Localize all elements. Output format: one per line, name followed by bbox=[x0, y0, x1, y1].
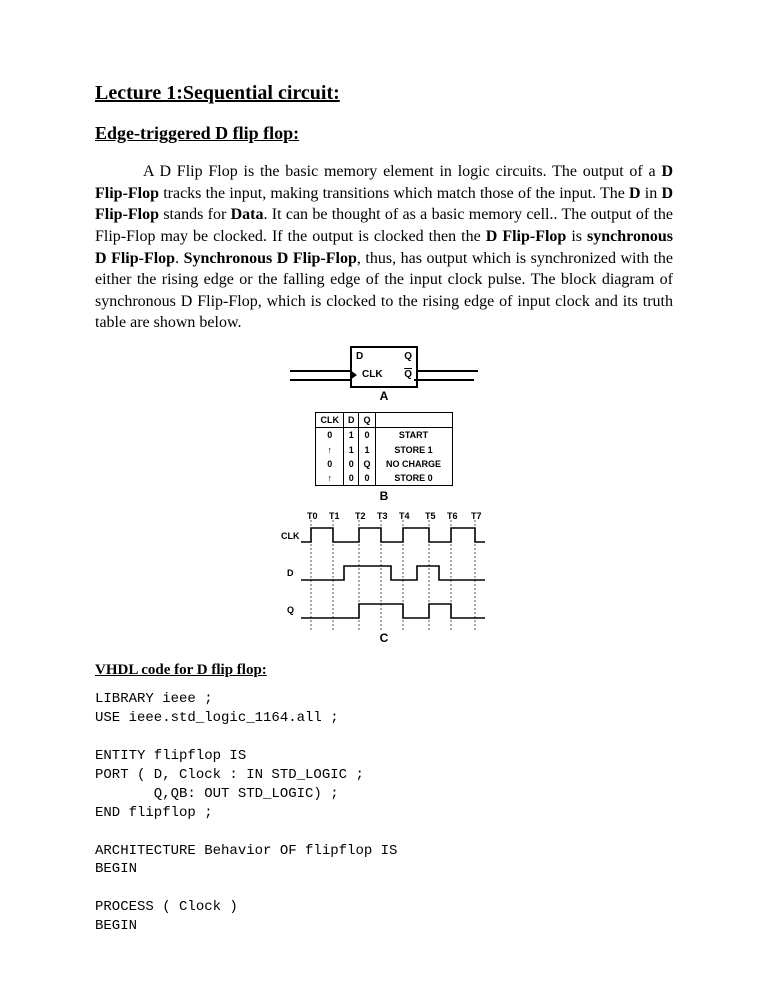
cell: START bbox=[375, 428, 452, 443]
text: . bbox=[175, 250, 184, 267]
term: D bbox=[629, 185, 641, 202]
lecture-title: Lecture 1:Sequential circuit: bbox=[95, 80, 673, 107]
text: in bbox=[641, 185, 662, 202]
flipflop-box: D Q CLK Q bbox=[350, 346, 418, 388]
figure-b-label: B bbox=[315, 488, 452, 504]
figure-b: CLK D Q 0 1 0 START ↑ 1 1 STORE 1 0 0 Q bbox=[315, 412, 452, 504]
code-line: LIBRARY ieee ; bbox=[95, 691, 213, 707]
cell: STORE 0 bbox=[375, 471, 452, 486]
cell: 1 bbox=[343, 443, 359, 457]
code-line: USE ieee.std_logic_1164.all ; bbox=[95, 710, 339, 726]
timing-svg bbox=[279, 520, 489, 640]
code-line: BEGIN bbox=[95, 861, 137, 877]
code-line: BEGIN bbox=[95, 918, 137, 934]
figures: D Q CLK Q A CLK D Q 0 1 bbox=[95, 346, 673, 642]
text: stands for bbox=[159, 206, 231, 223]
figure-c-label: C bbox=[279, 630, 489, 646]
text: is bbox=[566, 228, 587, 245]
cell: STORE 1 bbox=[375, 443, 452, 457]
th-desc bbox=[375, 413, 452, 428]
table-row: 0 0 Q NO CHARGE bbox=[316, 457, 452, 471]
cell: 0 bbox=[343, 471, 359, 486]
th-clk: CLK bbox=[316, 413, 344, 428]
cell: 0 bbox=[316, 457, 344, 471]
figure-a-label: A bbox=[290, 388, 478, 404]
code-line: END flipflop ; bbox=[95, 805, 213, 821]
section-title: Edge-triggered D flip flop: bbox=[95, 121, 673, 145]
text: The output of a bbox=[552, 163, 661, 180]
cell: Q bbox=[359, 457, 375, 471]
pin-qbar: Q bbox=[404, 368, 412, 382]
cell: 0 bbox=[359, 428, 375, 443]
pin-q: Q bbox=[404, 350, 412, 364]
term: Data bbox=[231, 206, 264, 223]
table-row: ↑ 1 1 STORE 1 bbox=[316, 443, 452, 457]
cell: NO CHARGE bbox=[375, 457, 452, 471]
code-line: Q,QB: OUT STD_LOGIC) ; bbox=[95, 786, 339, 802]
cell: 1 bbox=[359, 443, 375, 457]
body-paragraph: A D Flip Flop is the basic memory elemen… bbox=[95, 161, 673, 334]
code-block: LIBRARY ieee ; USE ieee.std_logic_1164.a… bbox=[95, 690, 673, 936]
table-row: ↑ 0 0 STORE 0 bbox=[316, 471, 452, 486]
code-line: PROCESS ( Clock ) bbox=[95, 899, 238, 915]
code-line: ENTITY flipflop IS bbox=[95, 748, 246, 764]
cell: 0 bbox=[316, 428, 344, 443]
cell: 0 bbox=[343, 457, 359, 471]
cell: 0 bbox=[359, 471, 375, 486]
cell: 1 bbox=[343, 428, 359, 443]
clock-edge-icon bbox=[350, 370, 357, 380]
pin-d: D bbox=[356, 350, 363, 364]
term: D Flip-Flop bbox=[486, 228, 567, 245]
truth-table: CLK D Q 0 1 0 START ↑ 1 1 STORE 1 0 0 Q bbox=[315, 412, 452, 486]
text: A D Flip Flop is the basic memory elemen… bbox=[143, 163, 552, 180]
table-row: 0 1 0 START bbox=[316, 428, 452, 443]
th-d: D bbox=[343, 413, 359, 428]
cell: ↑ bbox=[316, 471, 344, 486]
term: Synchronous D Flip-Flop bbox=[184, 250, 357, 267]
cell: ↑ bbox=[316, 443, 344, 457]
vhdl-heading: VHDL code for D flip flop: bbox=[95, 660, 673, 680]
text: tracks the input, making transitions whi… bbox=[159, 185, 629, 202]
figure-a: D Q CLK Q A bbox=[290, 346, 478, 404]
code-line: PORT ( D, Clock : IN STD_LOGIC ; bbox=[95, 767, 364, 783]
figure-c: T0 T1 T2 T3 T4 T5 T6 T7 CLK D Q C bbox=[279, 512, 489, 642]
table-row: CLK D Q bbox=[316, 413, 452, 428]
th-q: Q bbox=[359, 413, 375, 428]
code-line: ARCHITECTURE Behavior OF flipflop IS bbox=[95, 843, 397, 859]
pin-clk: CLK bbox=[362, 368, 383, 382]
